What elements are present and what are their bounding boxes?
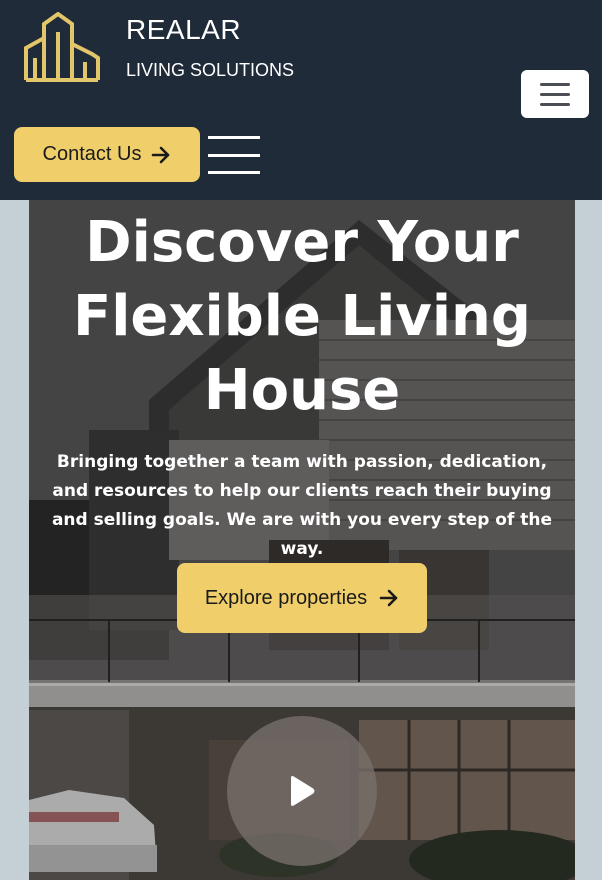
explore-properties-button[interactable]: Explore properties xyxy=(177,563,427,633)
hamburger-icon-bar xyxy=(540,82,570,86)
arrow-right-icon xyxy=(152,146,170,163)
explore-properties-label: Explore properties xyxy=(204,586,368,609)
contact-us-label: Contact Us xyxy=(42,143,142,165)
hamburger-icon[interactable] xyxy=(208,136,260,174)
menu-toggle-button[interactable] xyxy=(521,70,589,118)
brand-name[interactable]: REALAR xyxy=(126,14,241,46)
hamburger-icon-bar xyxy=(540,92,570,96)
hamburger-icon-bar xyxy=(540,102,570,106)
play-icon xyxy=(291,776,315,806)
brand-tagline: LIVING SOLUTIONS xyxy=(126,60,295,80)
site-header: REALAR LIVING SOLUTIONS Contact Us xyxy=(0,0,602,200)
hero-section: Discover Your Flexible Living House Brin… xyxy=(29,200,575,880)
arrow-right-icon xyxy=(379,589,398,607)
hero-title: Discover Your Flexible Living House xyxy=(72,210,532,423)
building-logo-icon[interactable] xyxy=(22,12,102,82)
play-video-button[interactable] xyxy=(227,716,377,866)
contact-us-button[interactable]: Contact Us xyxy=(14,127,200,182)
hero-subtitle: Bringing together a team with passion, d… xyxy=(51,452,553,559)
